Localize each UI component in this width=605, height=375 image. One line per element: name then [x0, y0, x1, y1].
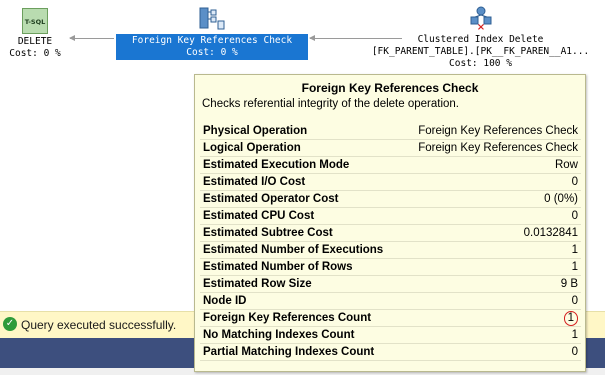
- tooltip-row: Estimated Operator Cost 0 (0%): [200, 190, 581, 208]
- tooltip-row: Node ID 0: [200, 292, 581, 310]
- clustered-index-delete-icon: ×: [467, 6, 495, 33]
- tooltip-row: Estimated CPU Cost 0: [200, 207, 581, 225]
- property-name: Estimated Execution Mode: [200, 156, 402, 174]
- tooltip-row: Foreign Key References Count 1: [200, 309, 581, 327]
- property-name: Node ID: [200, 292, 402, 310]
- tooltip-row: Estimated Row Size 9 B: [200, 275, 581, 293]
- property-value: Foreign Key References Check: [401, 139, 581, 157]
- property-value: 0: [401, 292, 581, 310]
- fk-node-label: Foreign Key References Check: [131, 35, 293, 46]
- property-value: 0: [401, 173, 581, 191]
- property-value: 0 (0%): [401, 190, 581, 208]
- property-name: Estimated Number of Rows: [200, 258, 402, 276]
- tooltip-row: Estimated Execution Mode Row: [200, 156, 581, 174]
- property-value: Row: [401, 156, 581, 174]
- tooltip-description: Checks referential integrity of the dele…: [202, 98, 459, 110]
- check-circle-icon: ✓: [3, 317, 17, 331]
- property-value: Foreign Key References Check: [401, 123, 581, 140]
- highlighted-value: 1: [563, 310, 578, 326]
- property-name: Foreign Key References Count: [200, 309, 402, 327]
- ci-node-label: Clustered Index Delete: [417, 34, 544, 45]
- property-name: Estimated Operator Cost: [200, 190, 402, 208]
- property-value: 1: [401, 258, 581, 276]
- property-value: 1: [401, 326, 581, 344]
- tooltip-title: Foreign Key References Check: [301, 81, 479, 95]
- ci-node-object: [FK_PARENT_TABLE].[PK__FK_PAREN__A1...: [371, 46, 590, 57]
- property-name: No Matching Indexes Count: [200, 326, 402, 344]
- svg-text:×: ×: [476, 22, 484, 32]
- property-value: 0: [401, 207, 581, 225]
- property-name: Physical Operation: [200, 123, 402, 140]
- property-name: Estimated CPU Cost: [200, 207, 402, 225]
- property-name: Estimated Subtree Cost: [200, 224, 402, 242]
- tooltip-row: No Matching Indexes Count 1: [200, 326, 581, 344]
- delete-node-label: DELETE: [17, 36, 53, 47]
- clustered-index-delete-node[interactable]: × Clustered Index Delete [FK_PARENT_TABL…: [356, 6, 605, 70]
- flow-arrow: [69, 35, 114, 41]
- tooltip-row: Estimated Subtree Cost 0.0132841: [200, 224, 581, 242]
- tooltip-row: Estimated Number of Executions 1: [200, 241, 581, 259]
- foreign-key-check-icon: [198, 6, 226, 32]
- tooltip-properties-table: Physical Operation Foreign Key References…: [200, 123, 581, 361]
- property-value: 1: [401, 241, 581, 259]
- delete-node[interactable]: T-SQL DELETE Cost: 0 %: [4, 8, 66, 60]
- status-message: Query executed successfully.: [21, 318, 177, 332]
- delete-node-cost: Cost: 0 %: [9, 48, 61, 59]
- operator-tooltip: Foreign Key References Check Checks refe…: [194, 74, 586, 372]
- t-sql-icon: T-SQL: [22, 8, 48, 34]
- property-value: 0.0132841: [401, 224, 581, 242]
- tooltip-row: Estimated Number of Rows 1: [200, 258, 581, 276]
- property-value: 1: [401, 309, 581, 327]
- property-value: 0: [401, 343, 581, 361]
- property-name: Estimated Row Size: [200, 275, 402, 293]
- property-value: 9 B: [401, 275, 581, 293]
- foreign-key-references-check-node[interactable]: Foreign Key References Check Cost: 0 %: [116, 6, 308, 60]
- tooltip-row: Logical Operation Foreign Key References …: [200, 139, 581, 157]
- tooltip-row: Estimated I/O Cost 0: [200, 173, 581, 191]
- tooltip-row: Physical Operation Foreign Key References…: [200, 123, 581, 140]
- ci-node-cost: Cost: 100 %: [449, 58, 512, 69]
- property-name: Estimated I/O Cost: [200, 173, 402, 191]
- fk-node-cost: Cost: 0 %: [186, 47, 238, 58]
- property-name: Logical Operation: [200, 139, 402, 157]
- tooltip-row: Partial Matching Indexes Count 0: [200, 343, 581, 361]
- property-name: Partial Matching Indexes Count: [200, 343, 402, 361]
- property-name: Estimated Number of Executions: [200, 241, 402, 259]
